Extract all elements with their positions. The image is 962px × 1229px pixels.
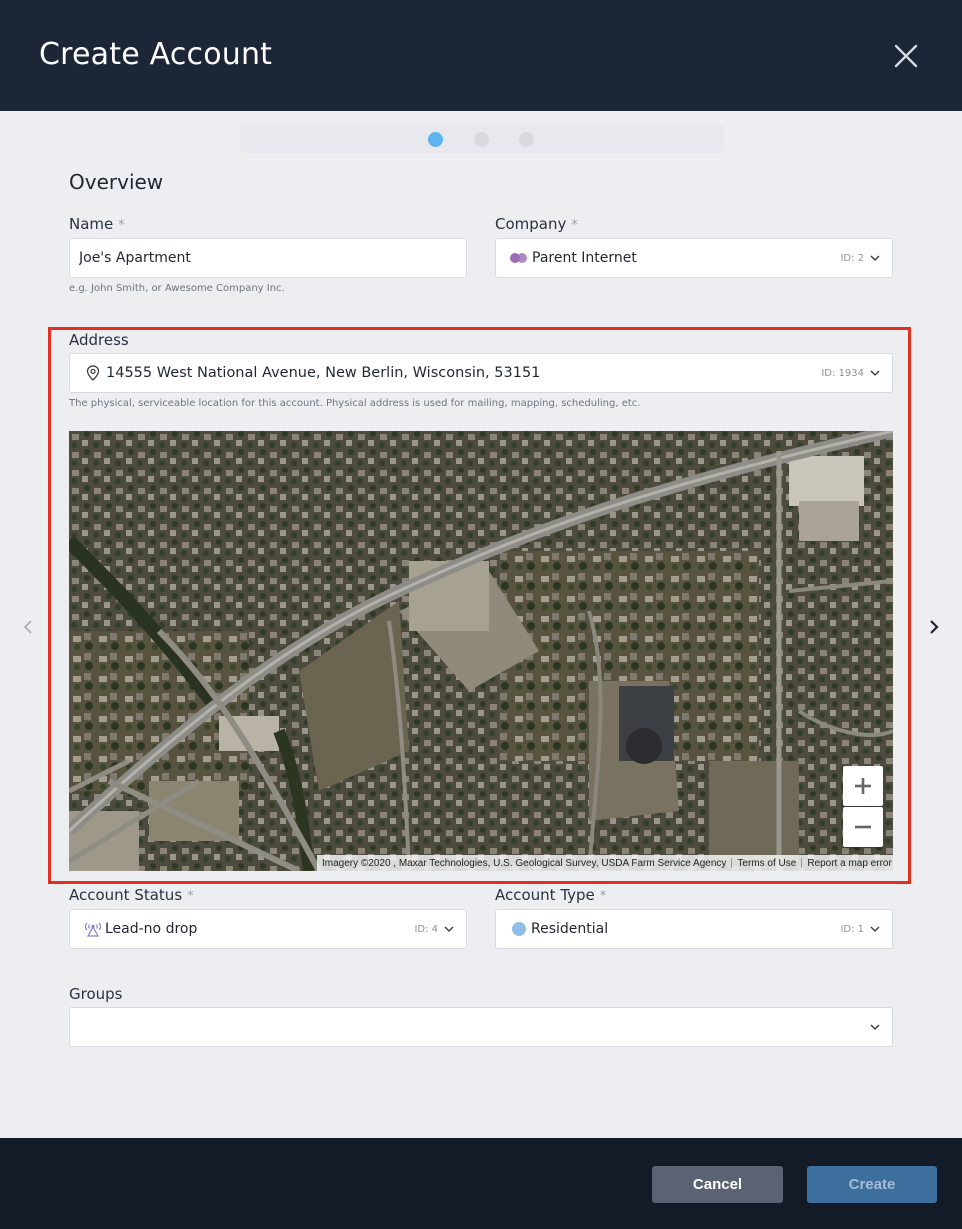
address-id: ID: 1934 (821, 367, 864, 379)
account-status-value: Lead-no drop (105, 921, 198, 937)
chevron-down-icon (870, 1024, 880, 1030)
account-type-id: ID: 1 (840, 923, 864, 935)
company-label-text: Company (495, 215, 567, 233)
create-button[interactable]: Create (807, 1166, 937, 1203)
company-color-icon (510, 253, 527, 263)
step-indicator (240, 125, 724, 153)
report-map-error-link[interactable]: Report a map error (802, 858, 893, 869)
terms-of-use-link[interactable]: Terms of Use (732, 858, 801, 869)
chevron-left-icon[interactable] (20, 619, 36, 635)
account-type-label: Account Type * (495, 886, 606, 904)
chevron-down-icon (444, 926, 454, 932)
map-attribution: Imagery ©2020 , Maxar Technologies, U.S.… (317, 855, 893, 871)
step-dot-2[interactable] (474, 132, 489, 147)
satellite-imagery (69, 431, 893, 871)
account-status-select[interactable]: Lead-no drop ID: 4 (69, 909, 467, 949)
plus-icon (855, 778, 871, 794)
name-value: Joe's Apartment (79, 250, 191, 266)
account-status-id: ID: 4 (414, 923, 438, 935)
map-imagery-credit: Imagery ©2020 , Maxar Technologies, U.S.… (322, 857, 727, 869)
address-label: Address (69, 331, 129, 349)
groups-label: Groups (69, 985, 123, 1003)
required-marker: * (187, 889, 194, 904)
account-type-select[interactable]: Residential ID: 1 (495, 909, 893, 949)
address-help-text: The physical, serviceable location for t… (69, 398, 641, 409)
modal-footer: Cancel Create (0, 1138, 962, 1229)
required-marker: * (571, 218, 578, 233)
account-type-value: Residential (531, 921, 609, 937)
account-status-label-text: Account Status (69, 886, 183, 904)
antenna-icon (84, 922, 102, 937)
close-icon[interactable] (890, 40, 922, 72)
chevron-down-icon (870, 926, 880, 932)
zoom-out-button[interactable] (843, 807, 883, 847)
step-dot-3[interactable] (519, 132, 534, 147)
required-marker: * (118, 218, 125, 233)
minus-icon (855, 825, 871, 829)
address-value: 14555 West National Avenue, New Berlin, … (106, 365, 541, 381)
modal-title: Create Account (39, 37, 273, 72)
company-select[interactable]: Parent Internet ID: 2 (495, 238, 893, 278)
chevron-down-icon (870, 255, 880, 261)
zoom-in-button[interactable] (843, 766, 883, 806)
required-marker: * (599, 889, 607, 904)
satellite-map[interactable]: Imagery ©2020 , Maxar Technologies, U.S.… (69, 431, 893, 871)
modal-header: Create Account (0, 0, 962, 111)
location-pin-icon (86, 365, 100, 381)
name-input[interactable]: Joe's Apartment (69, 238, 467, 278)
account-status-label: Account Status * (69, 886, 194, 904)
step-dot-1[interactable] (428, 132, 443, 147)
chevron-right-icon[interactable] (926, 619, 942, 635)
groups-select[interactable] (69, 1007, 893, 1047)
name-label: Name * (69, 215, 125, 233)
account-type-color-icon (512, 922, 526, 936)
company-label: Company * (495, 215, 578, 233)
section-title: Overview (69, 170, 164, 194)
account-type-label-text: Account Type (495, 886, 595, 904)
name-label-text: Name (69, 215, 114, 233)
company-id: ID: 2 (840, 252, 864, 264)
name-help-text: e.g. John Smith, or Awesome Company Inc. (69, 283, 285, 294)
address-select[interactable]: 14555 West National Avenue, New Berlin, … (69, 353, 893, 393)
chevron-down-icon (870, 370, 880, 376)
cancel-button[interactable]: Cancel (652, 1166, 783, 1203)
company-value: Parent Internet (532, 250, 637, 266)
